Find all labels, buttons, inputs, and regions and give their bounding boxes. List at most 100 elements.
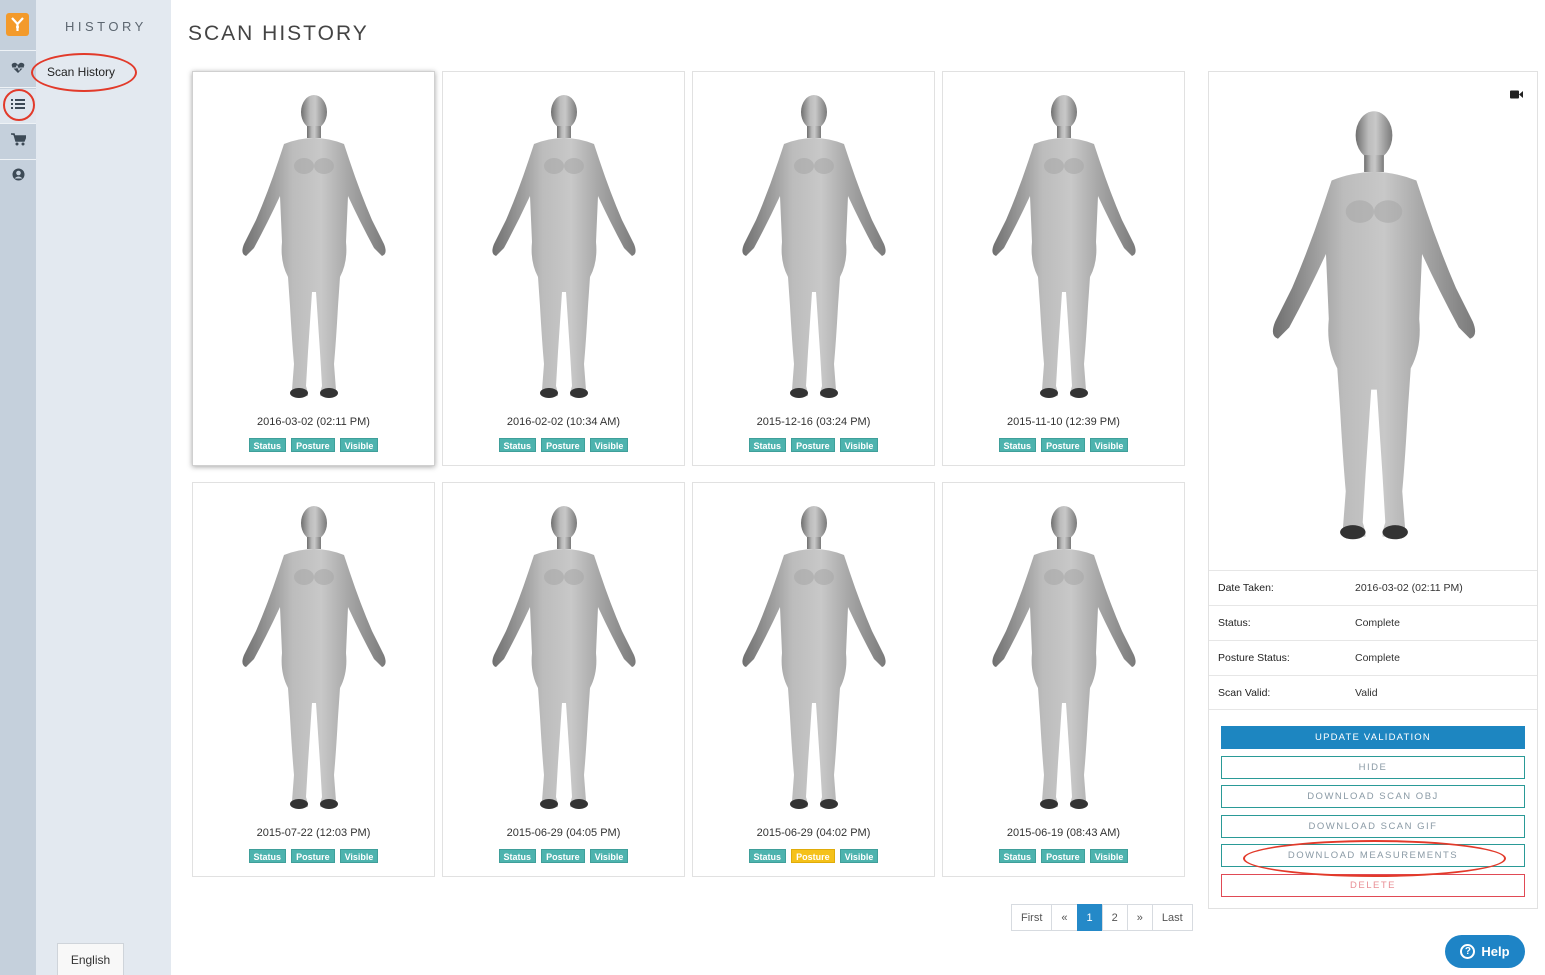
scan-date: 2015-07-22 (12:03 PM) — [256, 827, 371, 839]
history-subnav: HISTORY Scan History English — [36, 0, 171, 975]
help-label: Help — [1481, 944, 1510, 959]
download-obj-button[interactable]: DOWNLOAD SCAN OBJ — [1221, 785, 1525, 808]
detail-row-posture: Posture Status: Complete — [1209, 640, 1537, 675]
icon-rail — [0, 0, 36, 975]
scan-badges: Status Posture Visible — [693, 849, 934, 863]
visible-badge: Visible — [1089, 438, 1129, 452]
scan-card[interactable]: 2015-06-29 (04:02 PM) Status Posture Visibl… — [692, 482, 935, 877]
download-gif-button[interactable]: DOWNLOAD SCAN GIF — [1221, 815, 1525, 838]
scan-card[interactable]: 2015-06-19 (08:43 AM) Status Posture Visibl… — [942, 482, 1185, 877]
visible-badge: Visible — [589, 438, 629, 452]
scan-figure-thumbnail — [742, 506, 886, 809]
scan-history-link[interactable]: Scan History — [47, 65, 115, 79]
posture-badge: Posture — [291, 849, 335, 863]
status-badge: Status — [498, 849, 537, 863]
detail-row-status: Status: Complete — [1209, 605, 1537, 640]
visible-badge: Visible — [839, 849, 879, 863]
detail-label: Date Taken: — [1218, 582, 1274, 594]
download-measurements-button[interactable]: DOWNLOAD MEASUREMENTS — [1221, 844, 1525, 867]
scan-preview-figure[interactable] — [1261, 106, 1487, 546]
help-button[interactable]: ? Help — [1445, 935, 1525, 968]
scan-card[interactable]: 2015-11-10 (12:39 PM) Status Posture Visibl… — [942, 71, 1185, 466]
scan-badges: Status Posture Visible — [443, 849, 684, 863]
posture-badge: Posture — [541, 849, 585, 863]
pagination-page-2[interactable]: 2 — [1101, 904, 1128, 931]
detail-row-date: Date Taken: 2016-03-02 (02:11 PM) — [1209, 570, 1537, 605]
status-badge: Status — [248, 438, 287, 452]
posture-badge: Posture — [791, 849, 835, 863]
scan-detail-panel: Date Taken: 2016-03-02 (02:11 PM) Status… — [1208, 71, 1538, 909]
pagination-first[interactable]: First — [1011, 904, 1053, 931]
scan-badges: Status Posture Visible — [943, 849, 1184, 863]
scan-card[interactable]: 2015-12-16 (03:24 PM) Status Posture Visibl… — [692, 71, 935, 466]
posture-badge: Posture — [1041, 849, 1085, 863]
scan-card[interactable]: 2016-02-02 (10:34 AM) Status Posture Visibl… — [442, 71, 685, 466]
help-icon: ? — [1460, 944, 1476, 959]
visible-badge: Visible — [339, 438, 379, 452]
scan-card[interactable]: 2015-06-29 (04:05 PM) Status Posture Visibl… — [442, 482, 685, 877]
scan-figure-thumbnail — [742, 95, 886, 398]
status-badge: Status — [748, 438, 787, 452]
shop-nav-button[interactable] — [0, 125, 36, 159]
scan-card[interactable]: 2016-03-02 (02:11 PM) Status Posture Visibl… — [192, 71, 435, 466]
status-badge: Status — [998, 438, 1037, 452]
hide-button[interactable]: HIDE — [1221, 756, 1525, 779]
app-logo-icon[interactable] — [6, 13, 29, 36]
visible-badge: Visible — [839, 438, 879, 452]
scan-figure-thumbnail — [492, 506, 636, 809]
rail-divider — [0, 50, 36, 51]
pagination-page-1[interactable]: 1 — [1076, 904, 1103, 931]
cart-icon — [10, 133, 27, 151]
visible-badge: Visible — [589, 849, 629, 863]
health-nav-button[interactable] — [0, 53, 36, 87]
scan-badges: Status Posture Visible — [943, 438, 1184, 452]
posture-badge: Posture — [541, 438, 585, 452]
visible-badge: Visible — [1089, 849, 1129, 863]
scan-figure-thumbnail — [992, 95, 1136, 398]
update-validation-button[interactable]: UPDATE VALIDATION — [1221, 726, 1525, 749]
user-icon — [12, 168, 25, 186]
account-nav-button[interactable] — [0, 160, 36, 194]
posture-badge: Posture — [291, 438, 335, 452]
pagination: First « 1 2 » Last — [1011, 904, 1193, 931]
pagination-last[interactable]: Last — [1151, 904, 1193, 931]
subnav-section-title: HISTORY — [65, 19, 147, 34]
history-nav-button[interactable] — [0, 89, 36, 123]
scan-figure-thumbnail — [492, 95, 636, 398]
page-title: SCAN HISTORY — [188, 22, 369, 45]
status-badge: Status — [748, 849, 787, 863]
scan-card[interactable]: 2015-07-22 (12:03 PM) Status Posture Visibl… — [192, 482, 435, 877]
detail-value: 2016-03-02 (02:11 PM) — [1355, 582, 1463, 594]
scan-badges: Status Posture Visible — [193, 849, 434, 863]
status-badge: Status — [998, 849, 1037, 863]
scan-date: 2015-12-16 (03:24 PM) — [756, 416, 871, 428]
scan-figure-thumbnail — [992, 506, 1136, 809]
posture-badge: Posture — [791, 438, 835, 452]
scan-badges: Status Posture Visible — [693, 438, 934, 452]
language-selector[interactable]: English — [57, 943, 124, 975]
delete-button[interactable]: DELETE — [1221, 874, 1525, 897]
detail-label: Posture Status: — [1218, 652, 1290, 664]
status-badge: Status — [498, 438, 537, 452]
video-camera-icon[interactable] — [1510, 86, 1523, 104]
scan-badges: Status Posture Visible — [193, 438, 434, 452]
detail-label: Scan Valid: — [1218, 687, 1271, 699]
posture-badge: Posture — [1041, 438, 1085, 452]
pagination-prev[interactable]: « — [1051, 904, 1078, 931]
status-badge: Status — [248, 849, 287, 863]
detail-value: Complete — [1355, 617, 1400, 629]
list-icon — [11, 97, 25, 115]
detail-row-valid: Scan Valid: Valid — [1209, 675, 1537, 710]
rail-divider — [0, 87, 36, 88]
rail-divider — [0, 123, 36, 124]
detail-value: Complete — [1355, 652, 1400, 664]
scan-date: 2015-11-10 (12:39 PM) — [1007, 416, 1120, 428]
pagination-next[interactable]: » — [1126, 904, 1153, 931]
detail-value: Valid — [1355, 687, 1378, 699]
detail-label: Status: — [1218, 617, 1251, 629]
heart-pulse-icon — [11, 61, 25, 79]
scan-date: 2015-06-29 (04:02 PM) — [756, 827, 871, 839]
scan-date: 2016-02-02 (10:34 AM) — [506, 416, 621, 428]
scan-figure-thumbnail — [242, 506, 386, 809]
scan-date: 2015-06-19 (08:43 AM) — [1006, 827, 1121, 839]
